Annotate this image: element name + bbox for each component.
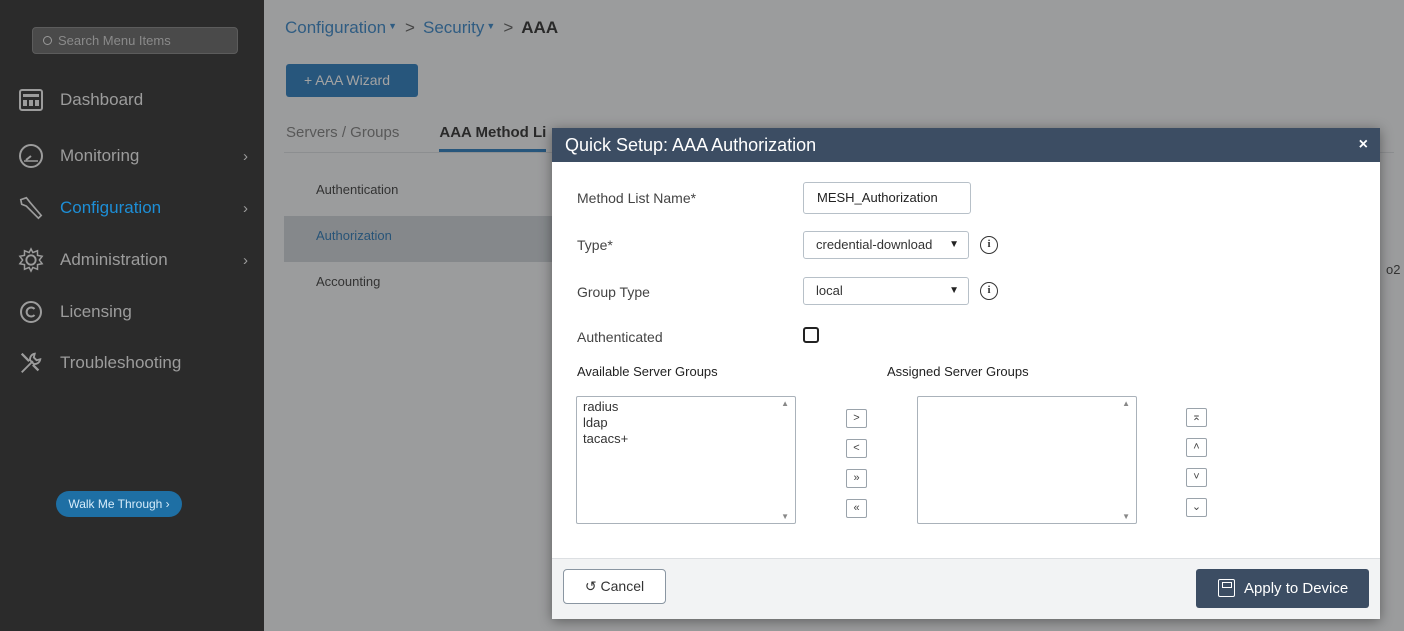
type-label: Type* [577,237,613,253]
quick-setup-modal: Quick Setup: AAA Authorization × Method … [552,128,1380,619]
list-item[interactable]: tacacs+ [583,431,789,447]
administration-icon [18,247,44,273]
sidebar-item-label: Troubleshooting [60,353,182,372]
undo-icon: ↺ [584,578,597,594]
cancel-label: Cancel [600,578,645,594]
move-all-right-button[interactable]: » [846,469,867,488]
info-icon[interactable]: i [980,282,998,300]
dashboard-icon [18,87,44,113]
licensing-icon [18,299,44,325]
sidebar-item-label: Administration [60,250,168,269]
sidebar-item-administration[interactable]: Administration › [18,245,258,275]
available-server-groups-list[interactable]: radius ldap tacacs+ ▲ ▼ [576,396,796,524]
assigned-server-groups-heading: Assigned Server Groups [887,364,1029,379]
group-type-label: Group Type [577,284,650,300]
close-icon[interactable]: × [1359,128,1368,162]
scroll-down-icon[interactable]: ▼ [781,512,789,521]
move-all-left-button[interactable]: « [846,499,867,518]
scroll-up-icon[interactable]: ▲ [781,399,789,408]
sidebar-item-label: Dashboard [60,90,144,109]
troubleshooting-icon [18,350,44,376]
apply-label: Apply to Device [1244,580,1349,597]
assigned-server-groups-list[interactable]: ▲ ▼ [917,396,1137,524]
cancel-button[interactable]: ↺ Cancel [563,569,666,604]
sidebar-item-dashboard[interactable]: Dashboard [18,85,258,115]
search-input[interactable]: Search Menu Items [32,27,238,54]
list-item[interactable]: ldap [583,415,789,431]
type-select[interactable]: credential-download ▼ [803,231,969,259]
sidebar-item-licensing[interactable]: Licensing [18,297,258,327]
group-type-select[interactable]: local ▼ [803,277,969,305]
sidebar-item-monitoring[interactable]: Monitoring › [18,141,258,171]
apply-to-device-button[interactable]: Apply to Device [1196,569,1369,608]
chevron-right-icon: › [243,199,248,217]
chevron-down-icon: ▼ [949,285,959,296]
chevron-down-icon: ▼ [949,239,959,250]
scroll-up-icon[interactable]: ▲ [1122,399,1130,408]
info-icon[interactable]: i [980,236,998,254]
type-select-value: credential-download [816,237,933,252]
move-down-button[interactable]: ˅ [1186,468,1207,487]
walk-me-through-button[interactable]: Walk Me Through › [56,491,182,517]
modal-header: Quick Setup: AAA Authorization × [552,128,1380,162]
monitoring-icon [18,143,44,169]
method-list-name-label: Method List Name* [577,190,697,206]
modal-title: Quick Setup: AAA Authorization [565,135,817,155]
sidebar-item-troubleshooting[interactable]: Troubleshooting [18,348,258,378]
authenticated-label: Authenticated [577,329,663,345]
move-to-bottom-button[interactable]: ⌄ [1186,498,1207,517]
group-type-select-value: local [816,283,843,298]
method-list-name-input[interactable]: MESH_Authorization [803,182,971,214]
authenticated-checkbox[interactable] [803,327,819,343]
search-placeholder: Search Menu Items [58,33,171,48]
chevron-right-icon: › [243,251,248,269]
move-up-button[interactable]: ˄ [1186,438,1207,457]
move-left-button[interactable]: < [846,439,867,458]
save-icon [1218,579,1235,597]
list-item[interactable]: radius [583,399,789,415]
sidebar-item-label: Monitoring [60,146,140,165]
chevron-right-icon: › [243,147,248,165]
sidebar-item-label: Configuration [60,198,162,217]
sidebar-item-label: Licensing [60,302,132,321]
move-right-button[interactable]: > [846,409,867,428]
sidebar: Search Menu Items Dashboard Monitoring ›… [0,0,264,631]
available-server-groups-heading: Available Server Groups [577,364,718,379]
search-icon [43,36,52,45]
sidebar-item-configuration[interactable]: Configuration › [18,193,258,223]
scroll-down-icon[interactable]: ▼ [1122,512,1130,521]
move-to-top-button[interactable]: ⌅ [1186,408,1207,427]
configuration-icon [18,195,44,221]
